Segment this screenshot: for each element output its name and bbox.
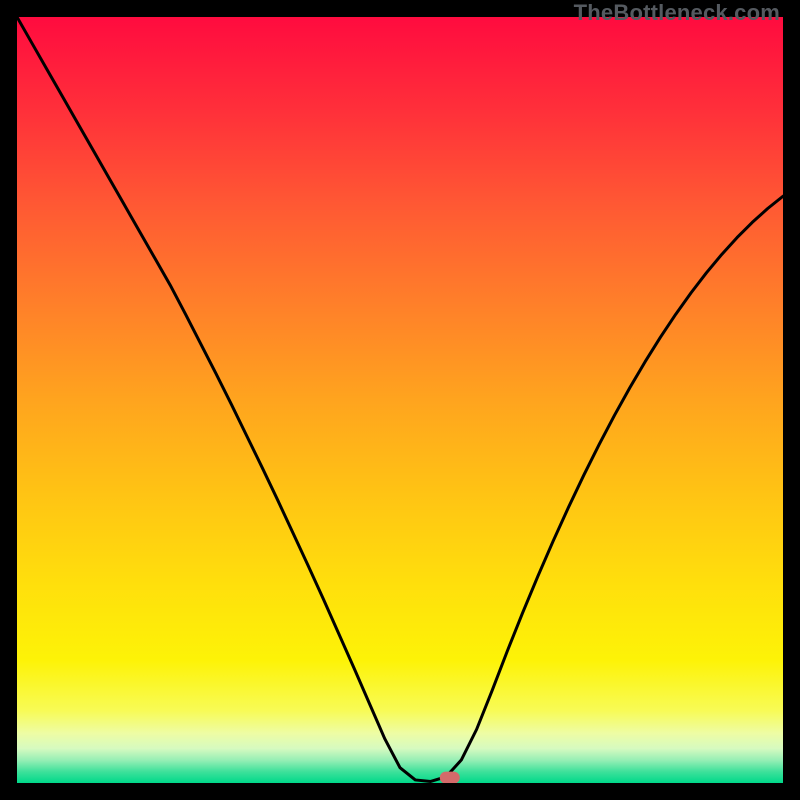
plot-area	[17, 17, 783, 783]
chart-frame: TheBottleneck.com	[0, 0, 800, 800]
watermark-text: TheBottleneck.com	[574, 0, 780, 26]
gradient-background	[17, 17, 783, 783]
optimum-marker	[440, 772, 460, 783]
bottleneck-curve-chart	[17, 17, 783, 783]
